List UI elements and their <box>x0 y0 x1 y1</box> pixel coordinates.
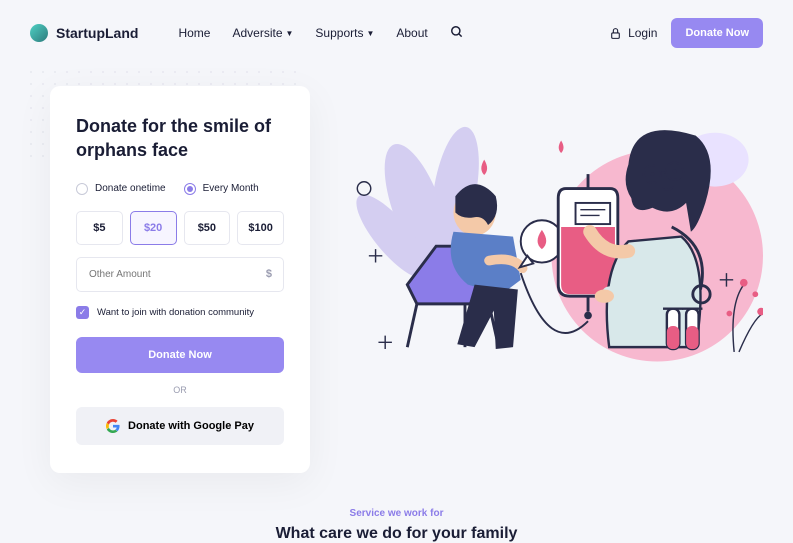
community-checkbox-row[interactable]: ✓ Want to join with donation community <box>76 306 284 319</box>
nav-adversite[interactable]: Adversite▼ <box>232 25 293 42</box>
amount-5[interactable]: $5 <box>76 211 123 245</box>
services-eyebrow: Service we work for <box>0 508 793 519</box>
donate-now-button[interactable]: Donate Now <box>671 18 763 48</box>
brand-name: StartupLand <box>56 25 138 41</box>
header-right: Login Donate Now <box>609 18 763 48</box>
other-amount-field: $ <box>76 257 284 292</box>
amount-100[interactable]: $100 <box>237 211 284 245</box>
logo-icon <box>30 24 48 42</box>
main: Donate for the smile of orphans face Don… <box>0 66 793 473</box>
or-divider: OR <box>76 385 284 395</box>
login-button[interactable]: Login <box>609 26 657 40</box>
nav-supports[interactable]: Supports▼ <box>315 25 374 42</box>
other-amount-input[interactable] <box>76 257 284 292</box>
hero-illustration <box>340 86 763 416</box>
currency-label: $ <box>266 268 272 280</box>
header: StartupLand Home Adversite▼ Supports▼ Ab… <box>0 0 793 66</box>
services-section: Service we work for What care we do for … <box>0 508 793 543</box>
radio-onetime[interactable]: Donate onetime <box>76 183 166 195</box>
donate-card: Donate for the smile of orphans face Don… <box>50 86 310 473</box>
nav: Home Adversite▼ Supports▼ About <box>178 25 463 42</box>
amount-group: $5 $20 $50 $100 <box>76 211 284 245</box>
lock-icon <box>609 27 622 40</box>
donate-submit-button[interactable]: Donate Now <box>76 337 284 373</box>
logo[interactable]: StartupLand <box>30 24 138 42</box>
checkbox-icon: ✓ <box>76 306 89 319</box>
nav-about[interactable]: About <box>396 25 427 42</box>
nav-home[interactable]: Home <box>178 25 210 42</box>
google-icon <box>106 419 120 433</box>
amount-50[interactable]: $50 <box>184 211 231 245</box>
header-left: StartupLand Home Adversite▼ Supports▼ Ab… <box>30 24 464 42</box>
chevron-down-icon: ▼ <box>366 29 374 38</box>
card-title: Donate for the smile of orphans face <box>76 114 284 163</box>
google-pay-button[interactable]: Donate with Google Pay <box>76 407 284 445</box>
radio-monthly[interactable]: Every Month <box>184 183 259 195</box>
search-icon[interactable] <box>450 25 464 42</box>
services-heading: What care we do for your family <box>0 525 793 543</box>
radio-icon <box>76 183 88 195</box>
frequency-group: Donate onetime Every Month <box>76 183 284 195</box>
amount-20[interactable]: $20 <box>130 211 177 245</box>
radio-icon <box>184 183 196 195</box>
chevron-down-icon: ▼ <box>286 29 294 38</box>
